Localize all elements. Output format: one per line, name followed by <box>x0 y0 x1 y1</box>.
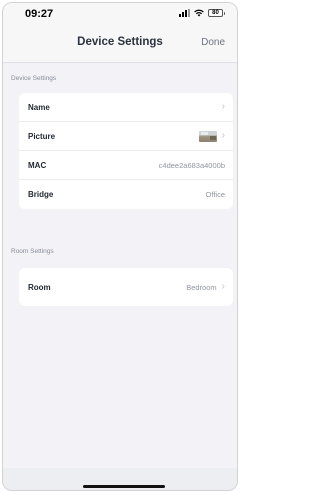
done-button[interactable]: Done <box>201 37 225 48</box>
chevron-right-icon: › <box>221 101 225 112</box>
bridge-label: Bridge <box>28 190 54 199</box>
wifi-icon <box>194 9 204 17</box>
mac-label: MAC <box>28 160 47 170</box>
bottom-bar <box>3 468 237 490</box>
room-row[interactable]: Room Bedroom › <box>19 268 233 306</box>
picture-row[interactable]: Picture › <box>19 122 233 151</box>
signal-bars-icon <box>179 9 190 17</box>
mac-value: c4dee2a683a4000b <box>158 160 225 170</box>
mac-row: MAC c4dee2a683a4000b <box>19 151 233 180</box>
bridge-value: Office <box>205 190 225 199</box>
phone-screen: 09:27 80 Device Settings Done Device Set… <box>2 2 238 491</box>
name-label: Name <box>28 102 50 112</box>
chevron-right-icon: › <box>221 281 225 292</box>
status-time: 09:27 <box>25 8 54 20</box>
home-indicator[interactable] <box>83 485 165 488</box>
picture-label: Picture <box>28 131 56 141</box>
room-value: Bedroom <box>186 282 217 292</box>
battery-icon: 80 <box>208 9 225 17</box>
room-settings-card: Room Bedroom › <box>19 268 233 306</box>
device-section-header: Device Settings <box>11 75 57 82</box>
name-row[interactable]: Name › <box>19 93 233 122</box>
status-bar: 09:27 80 <box>3 3 237 25</box>
chevron-right-icon: › <box>221 130 225 141</box>
device-picture-thumbnail <box>198 130 217 142</box>
bridge-row: Bridge Office <box>19 180 233 209</box>
room-label: Room <box>28 282 51 292</box>
device-settings-card: Name › Picture › MAC c4dee2a683a4000b Br… <box>19 93 233 209</box>
nav-bar: Device Settings Done <box>3 25 237 63</box>
room-section-header: Room Settings <box>11 248 54 255</box>
status-icons: 80 <box>179 9 225 17</box>
battery-level: 80 <box>212 10 219 16</box>
